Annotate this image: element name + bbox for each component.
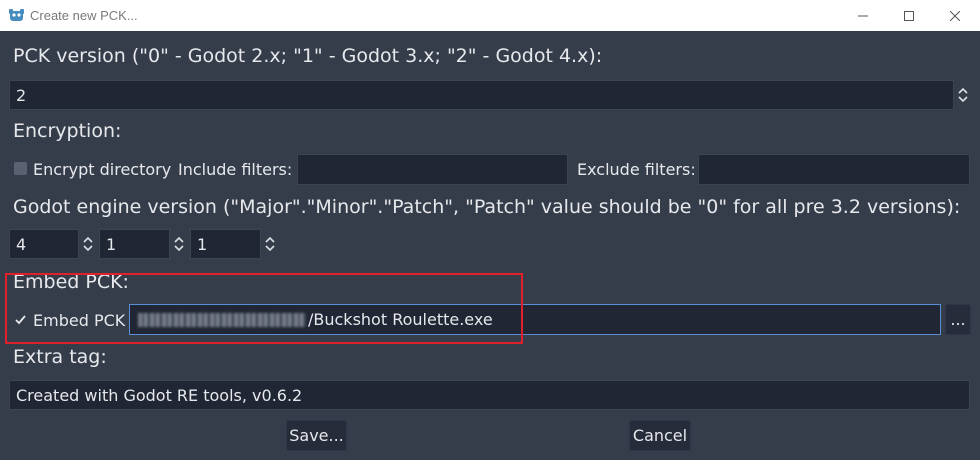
cancel-button-label: Cancel xyxy=(632,426,688,445)
minimize-button[interactable] xyxy=(840,0,886,31)
engine-major-value: 4 xyxy=(16,234,27,254)
pck-version-label: PCK version ("0" - Godot 2.x; "1" - Godo… xyxy=(13,45,603,67)
window-titlebar[interactable]: Create new PCK... xyxy=(0,0,980,31)
browse-button-label: ... xyxy=(950,310,966,329)
spinner-arrows-icon[interactable] xyxy=(263,235,277,253)
exclude-filters-label: Exclude filters: xyxy=(577,160,696,179)
extra-tag-value: Created with Godot RE tools, v0.6.2 xyxy=(16,385,303,405)
godot-re-icon xyxy=(9,9,24,21)
spinner-arrows-icon[interactable] xyxy=(956,86,970,104)
extra-tag-input[interactable]: Created with Godot RE tools, v0.6.2 xyxy=(9,380,970,410)
cancel-button[interactable]: Cancel xyxy=(629,420,691,451)
save-button[interactable]: Save... xyxy=(286,420,347,451)
close-icon xyxy=(950,10,960,21)
minimize-icon xyxy=(858,15,868,16)
close-button[interactable] xyxy=(932,0,978,31)
engine-minor-spinbox[interactable]: 1 xyxy=(99,229,170,259)
include-filters-label: Include filters: xyxy=(178,160,293,179)
engine-patch-value: 1 xyxy=(197,234,208,254)
spinner-arrows-icon[interactable] xyxy=(81,235,95,253)
spinner-arrows-icon[interactable] xyxy=(172,235,186,253)
pck-version-value: 2 xyxy=(16,85,27,105)
highlight-annotation-box xyxy=(5,273,523,344)
engine-minor-value: 1 xyxy=(106,234,117,254)
encryption-label: Encryption: xyxy=(13,120,122,142)
engine-major-spinbox[interactable]: 4 xyxy=(9,229,79,259)
exclude-filters-input[interactable] xyxy=(698,154,970,185)
engine-version-label: Godot engine version ("Major"."Minor"."P… xyxy=(13,196,961,218)
browse-button[interactable]: ... xyxy=(945,304,971,335)
pck-version-spinbox[interactable]: 2 xyxy=(9,80,954,110)
extra-tag-label: Extra tag: xyxy=(13,346,107,368)
encrypt-directory-checkbox[interactable] xyxy=(14,162,27,175)
engine-patch-spinbox[interactable]: 1 xyxy=(190,229,261,259)
include-filters-input[interactable] xyxy=(297,154,568,185)
maximize-icon xyxy=(904,10,914,21)
window-title: Create new PCK... xyxy=(30,8,138,23)
encrypt-directory-label: Encrypt directory xyxy=(33,160,172,179)
maximize-button[interactable] xyxy=(886,0,932,31)
save-button-label: Save... xyxy=(289,426,344,445)
